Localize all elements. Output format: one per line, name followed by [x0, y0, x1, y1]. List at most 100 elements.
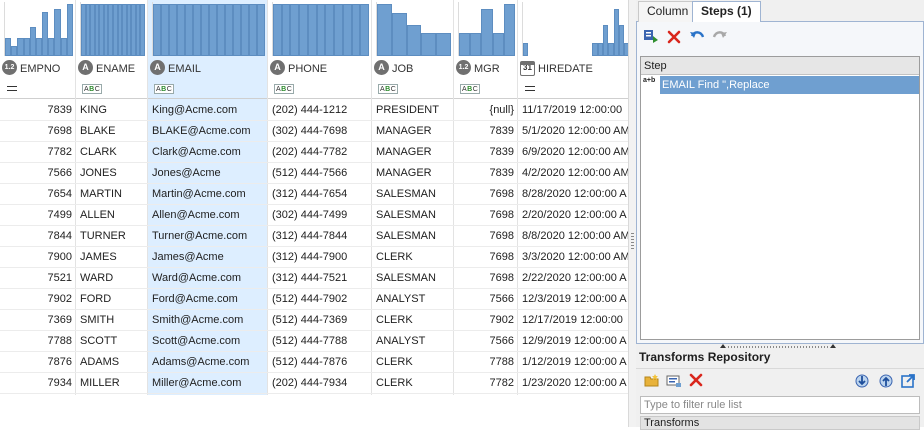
cell-phone[interactable]: (512) 444-7876 — [268, 352, 372, 373]
cell-mgr[interactable]: 7839 — [454, 121, 518, 142]
cell-phone[interactable]: (202) 444-7934 — [268, 373, 372, 394]
table-row[interactable]: 7566 JONES Jones@Acme (512) 444-7566 MANAGER… — [0, 163, 628, 184]
cell-mgr[interactable]: 7566 — [454, 331, 518, 352]
step-row[interactable]: a+b EMAIL Find ",Replace — [641, 76, 919, 94]
table-row[interactable]: 7902 FORD Ford@Acme.com (512) 444-7902 ANALY… — [0, 289, 628, 310]
cell-job[interactable]: CLERK — [372, 310, 454, 331]
cell-job[interactable]: CLERK — [372, 247, 454, 268]
table-row[interactable]: 7654 MARTIN Martin@Acme.com (312) 444-7654 S… — [0, 184, 628, 205]
cell-ename[interactable]: JAMES — [76, 247, 148, 268]
cell-job[interactable]: SALESMAN — [372, 268, 454, 289]
cell-empno[interactable]: 7369 — [0, 310, 76, 331]
cell-empno[interactable]: 7902 — [0, 289, 76, 310]
cell-phone[interactable]: (302) 444-7698 — [268, 121, 372, 142]
cell-hiredate[interactable]: 12/3/2019 12:00:00 A — [518, 289, 628, 310]
cell-email[interactable]: King@Acme.com — [148, 100, 268, 121]
splitter-grip-icon[interactable] — [631, 233, 634, 251]
cell-email[interactable]: Jones@Acme — [148, 163, 268, 184]
cell-ename[interactable]: CLARK — [76, 142, 148, 163]
cell-ename[interactable]: BLAKE — [76, 121, 148, 142]
cell-job[interactable]: SALESMAN — [372, 184, 454, 205]
table-row[interactable]: 7839 KING King@Acme.com (202) 444-1212 PRESI… — [0, 100, 628, 121]
cell-job[interactable]: MANAGER — [372, 142, 454, 163]
cell-ename[interactable]: ALLEN — [76, 205, 148, 226]
column-filter[interactable]: ABC — [76, 80, 147, 99]
cell-mgr[interactable]: 7839 — [454, 142, 518, 163]
cell-email[interactable]: Miller@Acme.com — [148, 373, 268, 394]
vertical-splitter[interactable] — [628, 0, 636, 427]
cell-job[interactable]: PRESIDENT — [372, 100, 454, 121]
table-row[interactable]: 7521 WARD Ward@Acme.com (312) 444-7521 SALES… — [0, 268, 628, 289]
column-header[interactable]: A PHONE — [268, 58, 371, 80]
cell-hiredate[interactable]: 1/12/2019 12:00:00 A — [518, 352, 628, 373]
cell-ename[interactable]: SCOTT — [76, 331, 148, 352]
column-header[interactable]: 1.2 EMPNO — [0, 58, 75, 80]
table-row[interactable]: 7782 CLARK Clark@Acme.com (202) 444-7782 MAN… — [0, 142, 628, 163]
cell-phone[interactable]: (312) 444-7654 — [268, 184, 372, 205]
cell-job[interactable]: MANAGER — [372, 121, 454, 142]
table-row[interactable]: 7369 SMITH Smith@Acme.com (512) 444-7369 CLE… — [0, 310, 628, 331]
cell-hiredate[interactable]: 4/2/2020 12:00:00 AM — [518, 163, 628, 184]
cell-email[interactable]: Ward@Acme.com — [148, 268, 268, 289]
cell-phone[interactable]: (312) 444-7900 — [268, 247, 372, 268]
cell-ename[interactable]: SMITH — [76, 310, 148, 331]
table-row[interactable]: 7900 JAMES James@Acme (312) 444-7900 CLERK 76… — [0, 247, 628, 268]
cell-job[interactable]: ANALYST — [372, 331, 454, 352]
redo-icon[interactable] — [710, 28, 729, 46]
data-grid[interactable]: 1.2 EMPNO A ENAME ABC A EMAIL ABC A PHONE ABC A JOB A… — [0, 0, 628, 427]
tab-column[interactable]: Column — [638, 1, 698, 22]
undo-icon[interactable] — [687, 28, 706, 46]
column-filter[interactable]: ABC — [268, 80, 371, 99]
cell-hiredate[interactable]: 12/17/2019 12:00:00 — [518, 310, 628, 331]
cell-job[interactable]: CLERK — [372, 373, 454, 394]
cell-empno[interactable]: 7654 — [0, 184, 76, 205]
cell-mgr[interactable]: 7698 — [454, 226, 518, 247]
cell-empno[interactable]: 7566 — [0, 163, 76, 184]
cell-empno[interactable]: 7499 — [0, 205, 76, 226]
cell-ename[interactable]: MILLER — [76, 373, 148, 394]
column-header[interactable]: A EMAIL — [148, 58, 267, 80]
cell-hiredate[interactable]: 2/20/2020 12:00:00 A — [518, 205, 628, 226]
transforms-group-header[interactable]: Transforms — [640, 416, 920, 430]
cell-email[interactable]: Adams@Acme.com — [148, 352, 268, 373]
cell-mgr[interactable]: 7698 — [454, 184, 518, 205]
delete-icon[interactable] — [664, 30, 683, 48]
cell-hiredate[interactable]: 8/8/2020 12:00:00 AM — [518, 226, 628, 247]
cell-empno[interactable]: 7839 — [0, 100, 76, 121]
cell-mgr[interactable]: 7566 — [454, 289, 518, 310]
column-header[interactable]: 31 HIREDATE — [518, 58, 628, 80]
cell-ename[interactable]: MARTIN — [76, 184, 148, 205]
cell-hiredate[interactable]: 3/3/2020 12:00:00 AM — [518, 247, 628, 268]
cell-email[interactable]: Scott@Acme.com — [148, 331, 268, 352]
table-row[interactable]: 7934 MILLER Miller@Acme.com (202) 444-7934 C… — [0, 373, 628, 394]
rule-filter-input[interactable] — [640, 396, 920, 414]
cell-mgr[interactable]: 7698 — [454, 247, 518, 268]
table-row[interactable]: 7876 ADAMS Adams@Acme.com (512) 444-7876 CLE… — [0, 352, 628, 373]
cell-mgr[interactable]: 7839 — [454, 163, 518, 184]
cell-email[interactable]: Ford@Acme.com — [148, 289, 268, 310]
cell-empno[interactable]: 7934 — [0, 373, 76, 394]
cell-ename[interactable]: JONES — [76, 163, 148, 184]
cell-job[interactable]: CLERK — [372, 352, 454, 373]
cell-mgr[interactable]: 7788 — [454, 352, 518, 373]
column-filter[interactable] — [518, 80, 628, 99]
cell-hiredate[interactable]: 11/17/2019 12:00:00 — [518, 100, 628, 121]
cell-job[interactable]: SALESMAN — [372, 205, 454, 226]
expand-up-icon[interactable] — [830, 344, 836, 348]
column-header[interactable]: 1.2 MGR — [454, 58, 517, 80]
cell-mgr[interactable]: 7698 — [454, 205, 518, 226]
cell-ename[interactable]: FORD — [76, 289, 148, 310]
tab-steps[interactable]: Steps (1) — [692, 1, 761, 23]
column-header[interactable]: A ENAME — [76, 58, 147, 80]
cell-mgr[interactable]: 7902 — [454, 310, 518, 331]
open-external-icon[interactable] — [898, 373, 917, 391]
cell-job[interactable]: SALESMAN — [372, 226, 454, 247]
cell-ename[interactable]: TURNER — [76, 226, 148, 247]
cell-empno[interactable]: 7521 — [0, 268, 76, 289]
steps-list[interactable]: Step a+b EMAIL Find ",Replace — [640, 56, 920, 340]
export-icon[interactable] — [876, 373, 895, 391]
cell-empno[interactable]: 7788 — [0, 331, 76, 352]
table-row[interactable]: 7788 SCOTT Scott@Acme.com (512) 444-7788 ANA… — [0, 331, 628, 352]
cell-email[interactable]: BLAKE@Acme.com — [148, 121, 268, 142]
cell-phone[interactable]: (302) 444-7499 — [268, 205, 372, 226]
